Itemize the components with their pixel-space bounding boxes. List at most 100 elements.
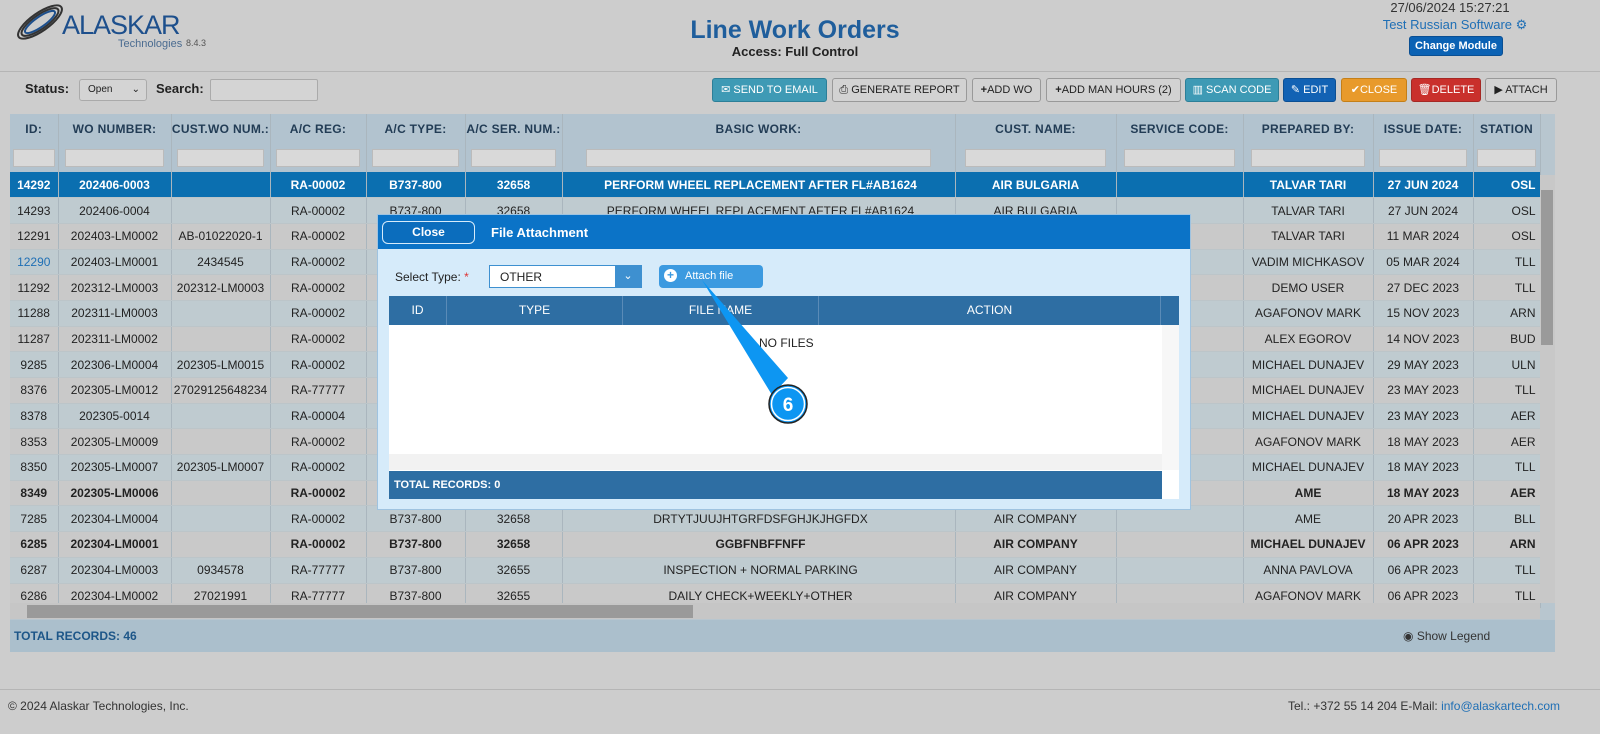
table-cell: 202305-LM0007 <box>171 454 271 481</box>
column-filter-input[interactable] <box>177 149 264 167</box>
table-cell: 18 MAY 2023 <box>1373 480 1474 507</box>
change-module-button[interactable]: Change Module <box>1409 36 1503 56</box>
table-cell: 27 JUN 2024 <box>1373 172 1474 199</box>
table-cell: B737-800 <box>366 557 466 584</box>
column-filter-input[interactable] <box>1379 149 1467 167</box>
table-row[interactable]: 6287 202304-LM0003 0934578 RA-77777 B737-800… <box>10 557 1541 584</box>
table-cell <box>171 531 271 558</box>
column-header[interactable]: SERVICE CODE: <box>1116 114 1244 144</box>
column-filter-input[interactable] <box>471 149 556 167</box>
column-header[interactable]: WO NUMBER: <box>58 114 172 144</box>
table-cell: GGBFNBFFNFF <box>562 531 956 558</box>
table-cell: 7285 <box>10 505 59 533</box>
col-action[interactable]: ACTION <box>819 296 1161 325</box>
column-header[interactable]: BASIC WORK: <box>562 114 956 144</box>
column-header[interactable]: CUST. NAME: <box>955 114 1117 144</box>
table-cell: 06 APR 2023 <box>1373 557 1474 584</box>
step-callout: 6 <box>702 280 808 424</box>
table-cell: 15 NOV 2023 <box>1373 300 1474 327</box>
column-filter-input[interactable] <box>276 149 360 167</box>
column-filter-cell <box>1243 144 1374 172</box>
dialog-vertical-scrollbar[interactable] <box>1162 325 1179 470</box>
table-cell: AER <box>1473 428 1541 456</box>
table-cell: 11288 <box>10 300 59 327</box>
column-header[interactable]: ID: <box>10 114 59 144</box>
table-cell: 202305-0014 <box>58 403 172 430</box>
search-input[interactable] <box>210 79 318 101</box>
column-filter-input[interactable] <box>965 149 1106 167</box>
table-cell: 12291 <box>10 223 59 250</box>
column-filter-cell <box>366 144 466 172</box>
col-type[interactable]: TYPE <box>447 296 623 325</box>
table-cell: RA-00002 <box>270 300 367 327</box>
table-cell <box>171 428 271 456</box>
chevron-down-icon[interactable]: ⌄ <box>615 266 641 287</box>
column-filter-input[interactable] <box>1124 149 1235 167</box>
callout-pointer <box>702 280 788 395</box>
col-id[interactable]: ID <box>389 296 447 325</box>
column-filter-input[interactable] <box>1251 149 1365 167</box>
vertical-scroll-thumb[interactable] <box>1541 190 1553 345</box>
table-cell[interactable]: 12290 <box>10 249 59 276</box>
table-cell: RA-77777 <box>270 377 367 404</box>
page-title: Line Work Orders <box>690 16 900 44</box>
table-cell: RA-00002 <box>270 223 367 250</box>
column-header[interactable]: A/C TYPE: <box>366 114 466 144</box>
table-cell: INSPECTION + NORMAL PARKING <box>562 557 956 584</box>
gear-icon[interactable]: ⚙ <box>1516 17 1528 32</box>
column-header[interactable]: STATION <box>1473 114 1541 144</box>
column-filter-input[interactable] <box>372 149 459 167</box>
dialog-close-button[interactable]: Close <box>382 221 475 244</box>
add-man-hours-button[interactable]: +ADD MAN HOURS (2) <box>1046 78 1181 102</box>
select-type-label: Select Type: * <box>395 270 469 284</box>
attach-button[interactable]: ▶ ATTACH <box>1485 78 1557 102</box>
add-wo-button[interactable]: +ADD WO <box>972 78 1041 102</box>
user-settings-link[interactable]: Test Russian Software ⚙ <box>1370 17 1540 33</box>
table-cell: RA-77777 <box>270 557 367 584</box>
table-row[interactable]: 14292 202406-0003 RA-00002 B737-800 32658 PER… <box>10 172 1541 199</box>
table-cell: 23 MAY 2023 <box>1373 403 1474 430</box>
column-filter-input[interactable] <box>586 149 931 167</box>
table-cell: RA-00002 <box>270 172 367 199</box>
select-type-dropdown[interactable]: OTHER ⌄ <box>489 265 642 288</box>
table-cell: AGAFONOV MARK <box>1243 300 1374 327</box>
email-link[interactable]: info@alaskartech.com <box>1441 699 1560 713</box>
datetime: 27/06/2024 15:27:21 <box>1390 0 1510 15</box>
delete-button[interactable]: 🗑DELETE <box>1411 78 1481 102</box>
table-cell: 8376 <box>10 377 59 404</box>
table-cell: 32658 <box>465 172 563 199</box>
table-cell <box>171 326 271 353</box>
column-filter-input[interactable] <box>1477 149 1536 167</box>
table-cell: 8353 <box>10 428 59 456</box>
access-level: Access: Full Control <box>731 44 859 59</box>
column-filter-cell <box>270 144 367 172</box>
table-cell: 06 APR 2023 <box>1373 531 1474 558</box>
logo-swoosh-icon <box>17 4 63 40</box>
column-filter-input[interactable] <box>65 149 164 167</box>
horizontal-scroll-thumb[interactable] <box>27 605 693 618</box>
table-cell: MICHAEL DUNAJEV <box>1243 531 1374 558</box>
dialog-horizontal-scrollbar[interactable] <box>389 454 1162 470</box>
table-cell: 11 MAR 2024 <box>1373 223 1474 250</box>
table-row[interactable]: 6285 202304-LM0001 RA-00002 B737-800 32658 GG… <box>10 531 1541 558</box>
table-cell <box>171 403 271 430</box>
column-header[interactable]: A/C REG: <box>270 114 367 144</box>
edit-button[interactable]: ✎ EDIT <box>1283 78 1336 102</box>
column-header[interactable]: A/C SER. NUM.: <box>465 114 563 144</box>
column-header[interactable]: CUST.WO NUM.: <box>171 114 271 144</box>
chevron-down-icon: ⌄ <box>131 84 140 95</box>
scan-code-button[interactable]: ▥ SCAN CODE <box>1185 78 1279 102</box>
show-legend-link[interactable]: ◉ Show Legend <box>1403 629 1490 643</box>
status-select[interactable]: Open ⌄ <box>79 79 147 101</box>
send-to-email-button[interactable]: ✉ SEND TO EMAIL <box>712 78 827 102</box>
close-wo-button[interactable]: ✔CLOSE <box>1341 78 1407 102</box>
column-header[interactable]: ISSUE DATE: <box>1373 114 1474 144</box>
generate-report-button[interactable]: ⎙ GENERATE REPORT <box>832 78 967 102</box>
column-filter-input[interactable] <box>12 149 55 167</box>
table-cell: 23 MAY 2023 <box>1373 377 1474 404</box>
table-cell: RA-00002 <box>270 428 367 456</box>
table-cell: 27 JUN 2024 <box>1373 197 1474 224</box>
table-cell: TLL <box>1473 377 1541 404</box>
column-header[interactable]: PREPARED BY: <box>1243 114 1374 144</box>
table-cell: 11287 <box>10 326 59 353</box>
